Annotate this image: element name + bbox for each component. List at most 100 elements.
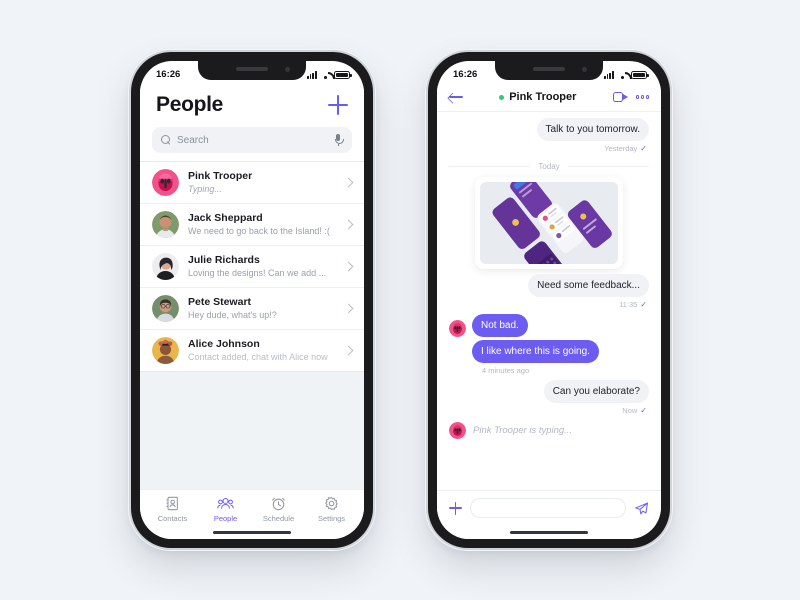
list-item[interactable]: Jack Sheppard We need to go back to the … <box>140 203 364 245</box>
wifi-icon <box>321 71 331 79</box>
add-contact-button[interactable] <box>328 95 348 115</box>
people-screen: 16:26 People Search Pink Trooper Typing.… <box>140 61 364 539</box>
battery-icon <box>334 70 352 79</box>
phone-device-chat: 16:26 Pink Trooper Talk to you tomorrow.… <box>428 52 670 548</box>
chevron-right-icon <box>343 303 354 314</box>
chevron-right-icon <box>343 219 354 230</box>
people-icon <box>217 497 234 509</box>
chat-title-area: Pink Trooper <box>471 91 605 103</box>
search-input[interactable]: Search <box>177 135 328 146</box>
contact-name: Jack Sheppard <box>188 211 263 224</box>
pink-trooper-avatar <box>152 169 179 196</box>
signal-bars-icon <box>306 71 317 79</box>
search-bar[interactable]: Search <box>152 127 352 153</box>
day-divider: Today <box>449 162 649 171</box>
earpiece-speaker <box>533 67 565 71</box>
message-bubble: Need some feedback... <box>528 274 649 297</box>
contact-preview: We need to go back to the Island! :( <box>188 225 330 236</box>
wifi-icon <box>618 71 628 79</box>
more-options-icon[interactable] <box>635 95 649 99</box>
message-meta: Yesterday ✓ <box>449 144 647 153</box>
contact-preview: Typing... <box>188 183 222 194</box>
tab-schedule[interactable]: Schedule <box>252 496 305 523</box>
message-bubble: I like where this is going. <box>472 340 599 363</box>
contacts-icon <box>166 496 178 511</box>
list-empty-area <box>140 371 364 489</box>
message-row-incoming: I like where this is going. <box>472 340 649 363</box>
list-item[interactable]: Pete Stewart Hey dude, what's up!? <box>140 287 364 329</box>
message-bubble: Not bad. <box>472 314 528 337</box>
send-paper-plane-icon[interactable] <box>634 501 649 516</box>
device-notch <box>198 61 306 80</box>
message-meta: 4 minutes ago <box>482 366 647 375</box>
chat-screen: 16:26 Pink Trooper Talk to you tomorrow.… <box>437 61 661 539</box>
tab-contacts[interactable]: Contacts <box>146 496 199 523</box>
image-attachment[interactable] <box>475 177 623 269</box>
status-indicators <box>306 70 352 79</box>
pink-trooper-avatar <box>449 422 466 439</box>
message-meta: Now ✓ <box>449 406 647 415</box>
phone-device-people: 16:26 People Search Pink Trooper Typing.… <box>131 52 373 548</box>
gear-icon <box>325 496 338 511</box>
contact-preview: Contact added, chat with Alice now <box>188 351 328 362</box>
tab-label: Contacts <box>157 514 188 523</box>
pete-stewart-avatar <box>152 295 179 322</box>
list-item[interactable]: Alice Johnson Contact added, chat with A… <box>140 329 364 371</box>
message-bubble: Can you elaborate? <box>543 380 649 403</box>
home-indicator <box>140 525 364 539</box>
purple-app-mockups-image <box>480 182 618 264</box>
contact-name: Pink Trooper <box>188 169 253 182</box>
tab-label: Schedule <box>262 514 295 523</box>
tab-label: People <box>213 514 238 523</box>
page-title: People <box>156 93 224 116</box>
message-bubble: Talk to you tomorrow. <box>536 118 649 141</box>
message-row-incoming: Not bad. <box>449 314 649 337</box>
list-item[interactable]: Pink Trooper Typing... <box>140 161 364 203</box>
front-camera <box>582 67 587 72</box>
status-indicators <box>603 70 649 79</box>
video-camera-icon[interactable] <box>612 92 628 102</box>
earpiece-speaker <box>236 67 268 71</box>
message-meta: 11:35 ✓ <box>449 300 647 309</box>
message-row-outgoing: Need some feedback... <box>449 274 649 297</box>
message-row-outgoing: Can you elaborate? <box>449 380 649 403</box>
message-input[interactable] <box>470 498 626 518</box>
message-row-outgoing: Talk to you tomorrow. <box>449 118 649 141</box>
chevron-right-icon <box>343 177 354 188</box>
message-timestamp: Yesterday <box>604 144 638 153</box>
contact-preview: Loving the designs! Can we add ... <box>188 267 327 278</box>
contact-text: Pink Trooper Typing... <box>188 170 336 196</box>
contact-text: Alice Johnson Contact added, chat with A… <box>188 338 336 364</box>
screenshot-canvas: 16:26 People Search Pink Trooper Typing.… <box>0 0 800 600</box>
device-notch <box>495 61 603 80</box>
tab-people[interactable]: People <box>199 496 252 523</box>
message-input-bar <box>437 490 661 525</box>
read-receipt-icon: ✓ <box>640 300 647 309</box>
front-camera <box>285 67 290 72</box>
message-thread: Talk to you tomorrow. Yesterday ✓ Today <box>437 112 661 490</box>
message-timestamp: Now <box>622 406 638 415</box>
contact-text: Pete Stewart Hey dude, what's up!? <box>188 296 336 322</box>
chat-header: Pink Trooper <box>437 85 661 112</box>
contact-text: Jack Sheppard We need to go back to the … <box>188 212 336 238</box>
tab-settings[interactable]: Settings <box>305 496 358 523</box>
bottom-tab-bar: Contacts People Schedule Settings <box>140 489 364 525</box>
status-time: 16:26 <box>453 69 478 80</box>
list-item[interactable]: Julie Richards Loving the designs! Can w… <box>140 245 364 287</box>
signal-bars-icon <box>603 71 614 79</box>
typing-indicator: Pink Trooper is typing... <box>449 422 649 439</box>
microphone-icon[interactable] <box>334 134 345 146</box>
people-header: People <box>140 85 364 121</box>
read-receipt-icon: ✓ <box>640 144 647 153</box>
plus-icon[interactable] <box>449 501 462 515</box>
chevron-right-icon <box>343 345 354 356</box>
message-timestamp: 11:35 <box>619 300 638 309</box>
pink-trooper-avatar <box>449 320 466 337</box>
back-arrow-icon[interactable] <box>449 91 463 103</box>
alice-johnson-avatar <box>152 337 179 364</box>
day-label: Today <box>538 162 560 171</box>
julie-richards-avatar <box>152 253 179 280</box>
battery-icon <box>631 70 649 79</box>
contact-preview: Hey dude, what's up!? <box>188 309 277 320</box>
status-time: 16:26 <box>156 69 181 80</box>
